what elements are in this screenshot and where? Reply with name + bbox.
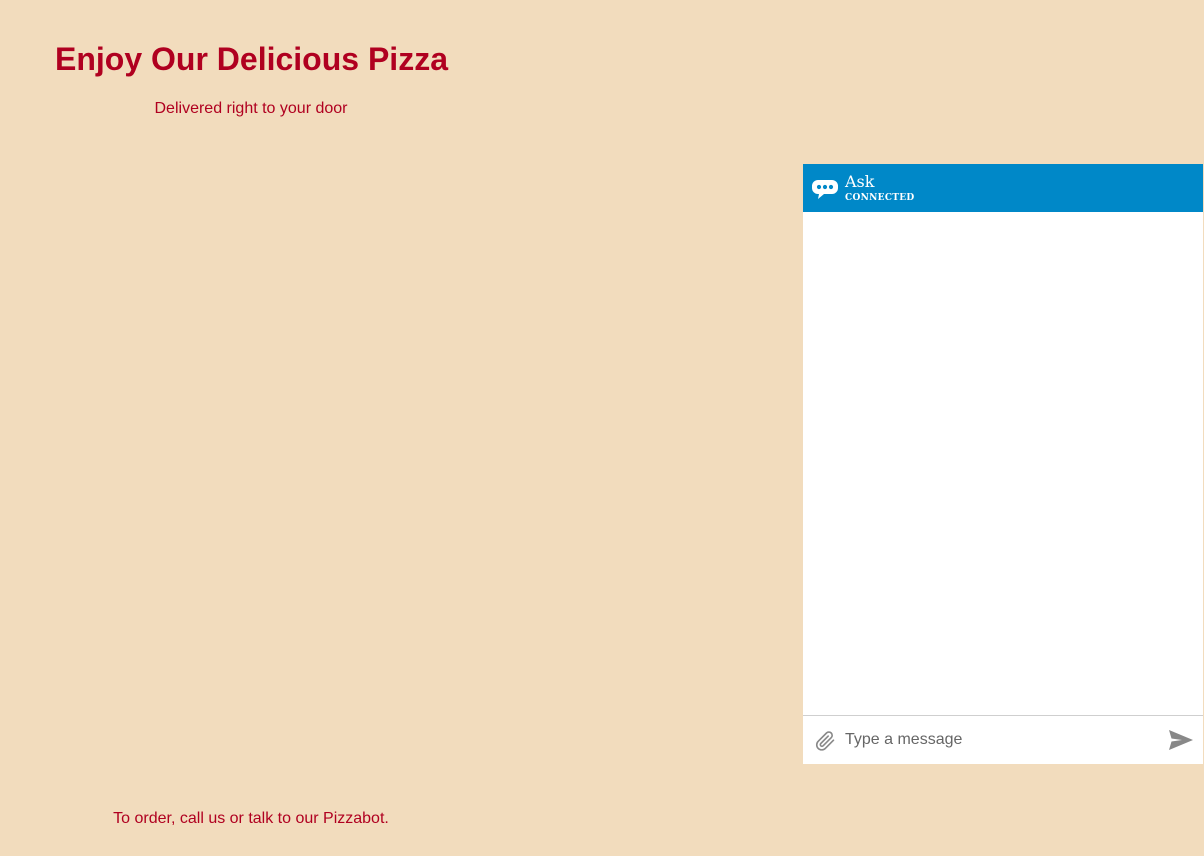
chat-status: CONNECTED xyxy=(845,193,915,203)
chat-bubble-icon xyxy=(812,180,838,199)
chat-header[interactable]: Ask CONNECTED xyxy=(803,164,1203,212)
page-title: Enjoy Our Delicious Pizza xyxy=(55,41,448,77)
chat-input-bar xyxy=(803,715,1203,764)
chat-widget: Ask CONNECTED xyxy=(803,164,1203,764)
chat-message-area xyxy=(803,212,1203,715)
chat-title: Ask xyxy=(845,172,875,191)
message-input[interactable] xyxy=(845,724,1155,756)
order-instructions: To order, call us or talk to our Pizzabo… xyxy=(113,810,389,827)
paperclip-icon[interactable] xyxy=(813,729,837,753)
page-subtitle: Delivered right to your door xyxy=(154,100,348,117)
send-icon[interactable] xyxy=(1168,729,1194,751)
